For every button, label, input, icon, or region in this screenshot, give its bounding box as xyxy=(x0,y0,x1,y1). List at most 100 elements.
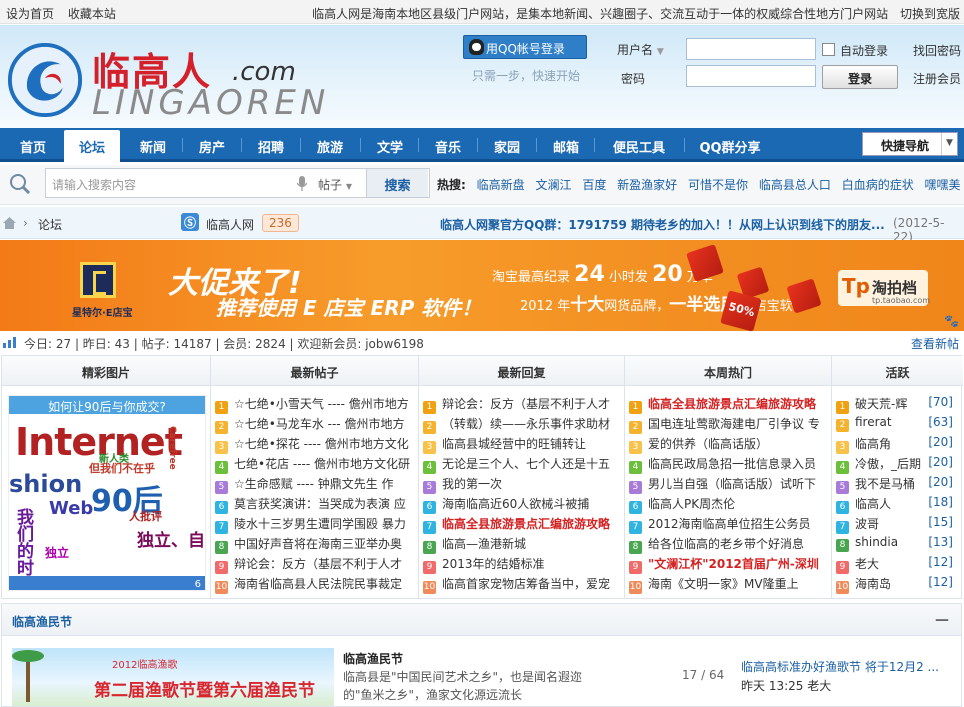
password-input[interactable] xyxy=(686,65,816,87)
nav-item-home[interactable]: 首页 xyxy=(10,137,56,156)
list-item[interactable]: 9 老大 [12] xyxy=(836,555,959,575)
list-item[interactable]: 3 ☆七绝•探花 ---- 儋州市地方文化 xyxy=(215,435,409,455)
hot-term[interactable]: 文澜江 xyxy=(535,178,571,192)
list-item[interactable]: 9 辩论会：反方（基层不利于人才 xyxy=(215,555,402,575)
list-item[interactable]: 5 我的第一次 xyxy=(423,475,502,495)
nav-item-qq-groups[interactable]: QQ群分享 xyxy=(690,137,770,156)
section-image[interactable]: 2012临高渔歌 第二届渔歌节暨第六届渔民节 xyxy=(12,648,334,706)
quick-nav-dropdown[interactable]: 快捷导航 ▼ xyxy=(862,132,958,156)
set-home-link[interactable]: 设为首页 xyxy=(6,7,54,21)
search-button[interactable]: 搜索 xyxy=(366,169,428,197)
list-item[interactable]: 10 海南《文明一家》MV隆重上 xyxy=(629,575,799,595)
list-item[interactable]: 2 ☆七绝•马龙车水 --- 儋州市地方 xyxy=(215,415,404,435)
home-icon[interactable] xyxy=(3,217,16,229)
bookmark-link[interactable]: 收藏本站 xyxy=(68,7,116,21)
forum-name-link[interactable]: 临高人网 xyxy=(206,216,254,233)
list-item[interactable]: 9 "文澜江杯"2012首届广州-深圳 xyxy=(629,555,819,575)
list-item[interactable]: 10 临高首家宠物店筹备当中，爱宠 xyxy=(423,575,610,595)
username-label[interactable]: 用户名 ▼ xyxy=(617,41,664,58)
list-item[interactable]: 1 破天荒-辉 [70] xyxy=(836,395,959,415)
nav-separator xyxy=(182,138,183,152)
list-item[interactable]: 2 （转载）续——永乐事件求助材 xyxy=(423,415,610,435)
nav-item-music[interactable]: 音乐 xyxy=(424,137,472,156)
list-item[interactable]: 4 七绝•花店 ---- 儋州市地方文化研 xyxy=(215,455,410,475)
list-item[interactable]: 1 ☆七绝•小雪天气 ---- 儋州市地方 xyxy=(215,395,409,415)
list-item[interactable]: 4 无论是三个人、七个人还是十五 xyxy=(423,455,610,475)
list-item[interactable]: 7 波哥 [15] xyxy=(836,515,959,535)
search-input[interactable]: 请输入搜索内容 xyxy=(52,176,136,193)
sub-forum-name[interactable]: 临高渔民节 xyxy=(343,650,403,667)
register-link[interactable]: 注册会员 xyxy=(913,70,961,87)
list-item[interactable]: 6 临高人 [18] xyxy=(836,495,959,515)
list-item[interactable]: 6 海南临高近60人欲械斗被捕 xyxy=(423,495,589,515)
search-type-select[interactable]: 帖子 ▼ xyxy=(318,176,352,193)
collapse-button[interactable]: — xyxy=(935,612,949,628)
list-item[interactable]: 2 firerat [63] xyxy=(836,415,959,435)
breadcrumb-current[interactable]: 论坛 xyxy=(38,216,62,233)
username-input[interactable] xyxy=(686,38,816,60)
nav-item-jobs[interactable]: 招聘 xyxy=(247,137,295,156)
list-item[interactable]: 8 shindia [13] xyxy=(836,535,959,555)
login-button[interactable]: 登录 xyxy=(822,65,898,89)
hot-term[interactable]: 新盈渔家好 xyxy=(617,178,677,192)
auto-login-label[interactable]: 自动登录 xyxy=(840,42,888,59)
nav-item-travel[interactable]: 旅游 xyxy=(306,137,354,156)
list-item[interactable]: 2 国电连址莺歌海建电厂引争议 专 xyxy=(629,415,820,435)
list-item[interactable]: 4 冷傲，_后期 [20] xyxy=(836,455,959,475)
view-new-posts-link[interactable]: 查看新帖 xyxy=(911,335,959,352)
switch-wide-link[interactable]: 切换到宽版 xyxy=(900,7,960,21)
latest-posts-column: 最新帖子 1 ☆七绝•小雪天气 ---- 儋州市地方 2 ☆七绝•马龙车水 --- … xyxy=(211,356,419,598)
qq-penguin-icon xyxy=(469,39,484,55)
image-pager[interactable]: 6 xyxy=(9,576,205,590)
list-item[interactable]: 7 临高全县旅游景点汇编旅游攻略 xyxy=(423,515,610,535)
nav-item-realestate[interactable]: 房产 xyxy=(188,137,236,156)
featured-image[interactable]: 如何让90后与你成交? Internet shion Web 90后 我们的时代… xyxy=(8,395,206,591)
list-item[interactable]: 1 辩论会：反方（基层不利于人才 xyxy=(423,395,610,415)
auto-login-checkbox[interactable] xyxy=(822,43,835,56)
announcement-link[interactable]: 临高人网聚官方QQ群：1791759 期待老乡的加入！！从网上认识到线下的朋友.… xyxy=(440,216,885,233)
nav-item-mail[interactable]: 邮箱 xyxy=(542,137,590,156)
hot-term[interactable]: 白血病的症状 xyxy=(842,178,914,192)
section-title[interactable]: 临高渔民节 xyxy=(12,613,72,630)
list-item[interactable]: 5 ☆生命感赋 ---- 钟鼎文先生 作 xyxy=(215,475,394,495)
hot-term[interactable]: 临高新盘 xyxy=(477,178,525,192)
list-item[interactable]: 7 陵水十三岁男生遭同学围殴 暴力 xyxy=(215,515,406,535)
hot-term[interactable]: 百度 xyxy=(582,178,606,192)
qq-login-button[interactable]: 用QQ帐号登录 xyxy=(463,35,587,59)
list-item[interactable]: 10 海南岛 [12] xyxy=(836,575,959,595)
site-tagline: 临高人网是海南本地区县级门户网站，是集本地新闻、兴趣圈子、交流互动于一体的权威综… xyxy=(312,7,889,21)
hot-term[interactable]: 嘿嘿美 xyxy=(925,178,961,192)
list-item[interactable]: 8 临高—渔港新城 xyxy=(423,535,526,555)
list-item[interactable]: 10 海南省临高县人民法院民事裁定 xyxy=(215,575,402,595)
list-item[interactable]: 6 莫言获奖演讲：当哭成为表演 应 xyxy=(215,495,406,515)
last-post-link[interactable]: 临高高标准办好渔歌节 将于12月2 ... xyxy=(741,658,939,675)
active-users-header: 活跃 xyxy=(832,356,963,386)
nav-item-tools[interactable]: 便民工具 xyxy=(600,137,678,156)
list-item[interactable]: 3 爱的供养（临高话版） xyxy=(629,435,768,455)
nav-item-news[interactable]: 新闻 xyxy=(128,137,178,156)
hot-term[interactable]: 可惜不是你 xyxy=(688,178,748,192)
chevron-down-icon: ▼ xyxy=(941,133,957,155)
microphone-icon[interactable] xyxy=(297,176,307,191)
nav-item-homeland[interactable]: 家园 xyxy=(483,137,531,156)
list-item[interactable]: 4 临高民政局急招一批信息录入员 xyxy=(629,455,816,475)
list-item[interactable]: 1 临高全县旅游景点汇编旅游攻略 xyxy=(629,395,816,415)
forgot-password-link[interactable]: 找回密码 xyxy=(913,42,961,59)
list-item[interactable]: 5 我不是马桶 [20] xyxy=(836,475,959,495)
list-item[interactable]: 3 临高角 [20] xyxy=(836,435,959,455)
list-item[interactable]: 8 中国好声音将在海南三亚举办奥 xyxy=(215,535,402,555)
nav-separator xyxy=(241,138,242,152)
list-item[interactable]: 5 男儿当自强（临高话版）试听下 xyxy=(629,475,816,495)
list-item[interactable]: 8 给各位临高的老乡带个好消息 xyxy=(629,535,804,555)
nav-item-literature[interactable]: 文学 xyxy=(366,137,414,156)
list-item[interactable]: 7 2012海南临高单位招生公务员 xyxy=(629,515,811,535)
list-item[interactable]: 3 临高县城经营中的旺铺转让 xyxy=(423,435,586,455)
nav-item-forum[interactable]: 论坛 xyxy=(64,130,120,162)
word-new-people: 新人类 xyxy=(99,454,129,465)
logo-english-text: LINGAOREN xyxy=(92,83,330,123)
list-item[interactable]: 6 临高人PK周杰伦 xyxy=(629,495,735,515)
hot-term[interactable]: 临高县总人口 xyxy=(759,178,831,192)
list-item[interactable]: 9 2013年的结婚标准 xyxy=(423,555,545,575)
ad-banner[interactable]: 星特尔·E店宝 大促来了! 推荐使用 E 店宝 ERP 软件！ 淘宝最高纪录 2… xyxy=(0,240,964,332)
taopaidang-logo-icon: Tp xyxy=(842,274,870,298)
